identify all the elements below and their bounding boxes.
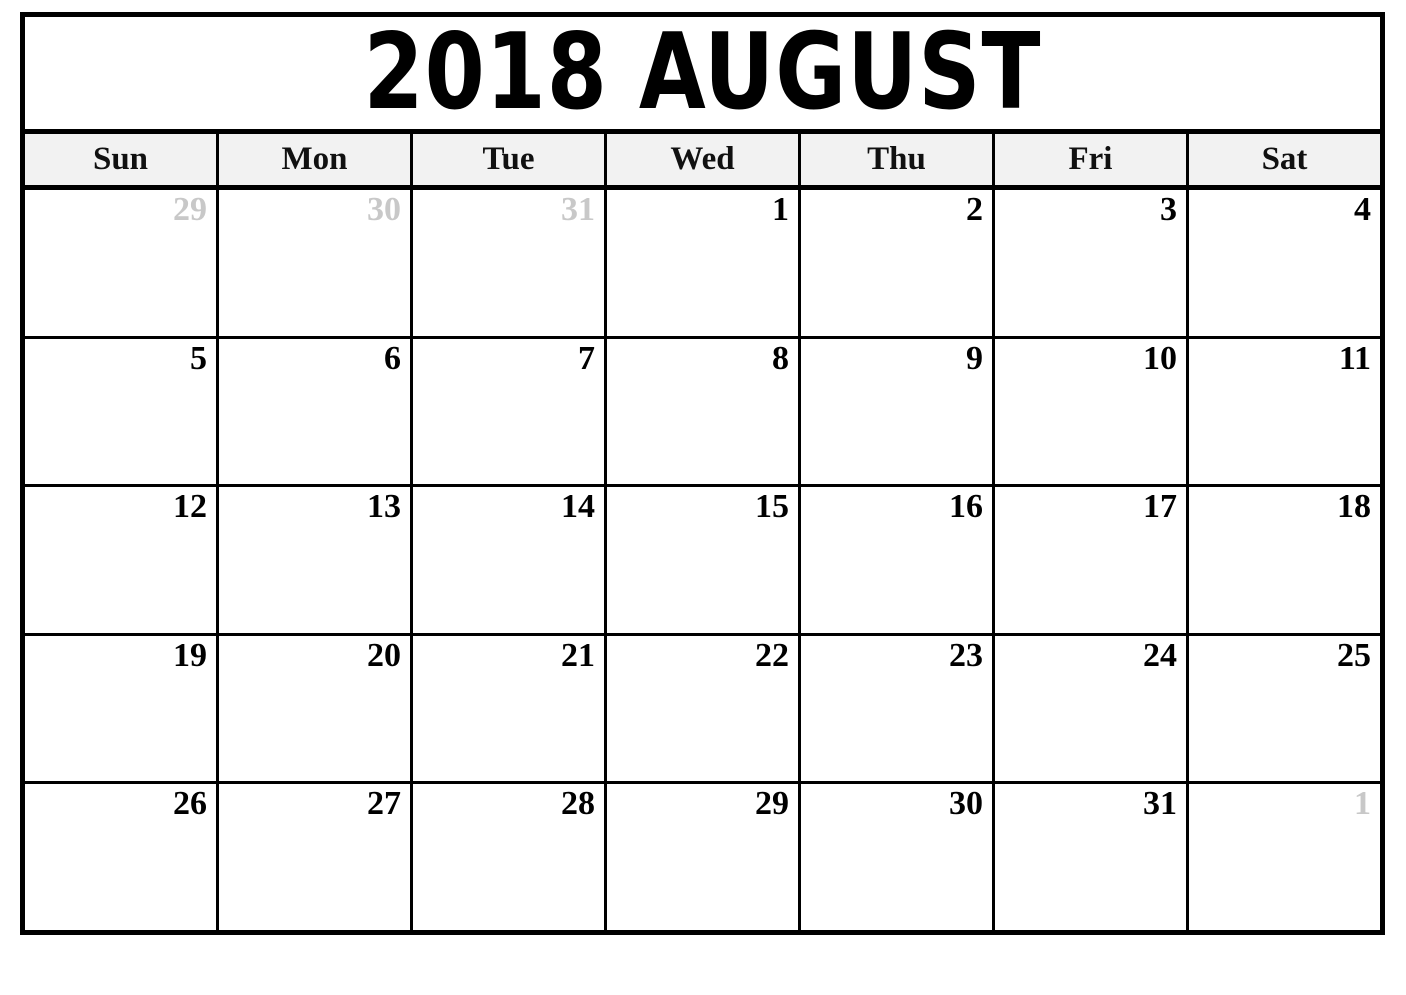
day-cell[interactable]: 18 [1189,487,1380,633]
day-cell[interactable]: 29 [25,190,219,336]
day-cell[interactable]: 3 [995,190,1189,336]
week-row: 29 30 31 1 2 3 4 [25,190,1380,339]
day-number: 26 [173,785,207,823]
day-number: 19 [173,636,207,674]
calendar-weeks-grid: 29 30 31 1 2 3 4 5 6 7 8 9 10 11 12 13 14 15 16 17 18 19 20 21 2… [25,190,1380,930]
day-cell[interactable]: 1 [1189,784,1380,930]
day-number: 23 [949,636,983,674]
weekday-header-sat: Sat [1189,134,1380,185]
day-number: 6 [384,339,401,377]
weekday-label: Mon [281,141,348,177]
day-cell[interactable]: 23 [801,635,995,782]
day-number: 4 [1354,191,1371,228]
day-number: 2 [966,191,983,228]
day-cell[interactable]: 21 [413,635,607,782]
day-number: 28 [561,785,595,823]
weekday-label: Fri [1068,141,1113,177]
day-cell[interactable]: 15 [607,487,801,633]
weekday-header-fri: Fri [995,134,1189,185]
day-number: 29 [173,191,207,228]
weekday-header-mon: Mon [219,134,413,185]
day-cell[interactable]: 17 [995,487,1189,633]
day-cell[interactable]: 19 [25,635,219,782]
weekday-header-wed: Wed [607,134,801,185]
weekday-label: Sat [1261,141,1308,177]
day-cell[interactable]: 26 [25,784,219,930]
day-number: 3 [1160,191,1177,228]
weekday-label: Tue [482,141,535,177]
day-cell[interactable]: 24 [995,635,1189,782]
day-number: 16 [949,488,983,526]
day-cell[interactable]: 22 [607,635,801,782]
day-number: 9 [966,339,983,377]
day-cell[interactable]: 5 [25,338,219,485]
day-cell[interactable]: 6 [219,338,413,485]
day-cell[interactable]: 31 [995,784,1189,930]
page-title: 2018 AUGUST [363,17,1042,134]
day-number: 11 [1338,339,1371,377]
day-number: 30 [949,785,983,823]
day-number: 14 [561,488,595,526]
calendar-title-band: 2018 AUGUST [25,17,1380,134]
day-number: 5 [190,339,207,377]
weekday-label: Wed [670,141,735,177]
day-number: 13 [367,488,401,526]
day-cell[interactable]: 9 [801,338,995,485]
day-number: 20 [367,636,401,674]
day-number: 25 [1337,636,1371,674]
day-cell[interactable]: 16 [801,487,995,633]
day-number: 31 [1143,785,1177,823]
week-row: 5 6 7 8 9 10 11 [25,338,1380,488]
day-number: 27 [367,785,401,823]
day-cell[interactable]: 30 [219,190,413,336]
weekday-header-sun: Sun [25,134,219,185]
day-cell[interactable]: 31 [413,190,607,336]
week-row: 19 20 21 22 23 24 25 [25,635,1380,785]
day-cell[interactable]: 20 [219,635,413,782]
weekday-label: Thu [867,141,926,177]
weekday-header-thu: Thu [801,134,995,185]
day-cell[interactable]: 8 [607,338,801,485]
day-number: 10 [1143,339,1177,377]
day-number: 31 [561,191,595,228]
day-cell[interactable]: 11 [1189,338,1380,485]
day-cell[interactable]: 14 [413,487,607,633]
day-number: 7 [578,339,595,377]
day-number: 15 [755,488,789,526]
day-cell[interactable]: 29 [607,784,801,930]
calendar: 2018 AUGUST Sun Mon Tue Wed Thu Fri Sat 29 30 31… [20,12,1385,935]
day-number: 22 [755,636,789,674]
day-cell[interactable]: 13 [219,487,413,633]
day-number: 21 [561,636,595,674]
day-cell[interactable]: 1 [607,190,801,336]
day-cell[interactable]: 27 [219,784,413,930]
day-cell[interactable]: 12 [25,487,219,633]
weekday-label: Sun [92,141,149,177]
day-number: 12 [173,488,207,526]
day-cell[interactable]: 2 [801,190,995,336]
day-cell[interactable]: 4 [1189,190,1380,336]
weekday-header-tue: Tue [413,134,607,185]
day-number: 18 [1337,488,1371,526]
day-cell[interactable]: 10 [995,338,1189,485]
day-cell[interactable]: 30 [801,784,995,930]
day-number: 17 [1143,488,1177,526]
day-number: 1 [772,191,789,228]
day-number: 29 [755,785,789,823]
day-number: 30 [367,191,401,228]
day-number: 8 [772,339,789,377]
day-cell[interactable]: 28 [413,784,607,930]
week-row: 12 13 14 15 16 17 18 [25,487,1380,636]
weekday-header-row: Sun Mon Tue Wed Thu Fri Sat [25,134,1380,190]
day-number: 1 [1354,785,1371,823]
day-cell[interactable]: 7 [413,338,607,485]
week-row: 26 27 28 29 30 31 1 [25,784,1380,930]
day-cell[interactable]: 25 [1189,635,1380,782]
day-number: 24 [1143,636,1177,674]
